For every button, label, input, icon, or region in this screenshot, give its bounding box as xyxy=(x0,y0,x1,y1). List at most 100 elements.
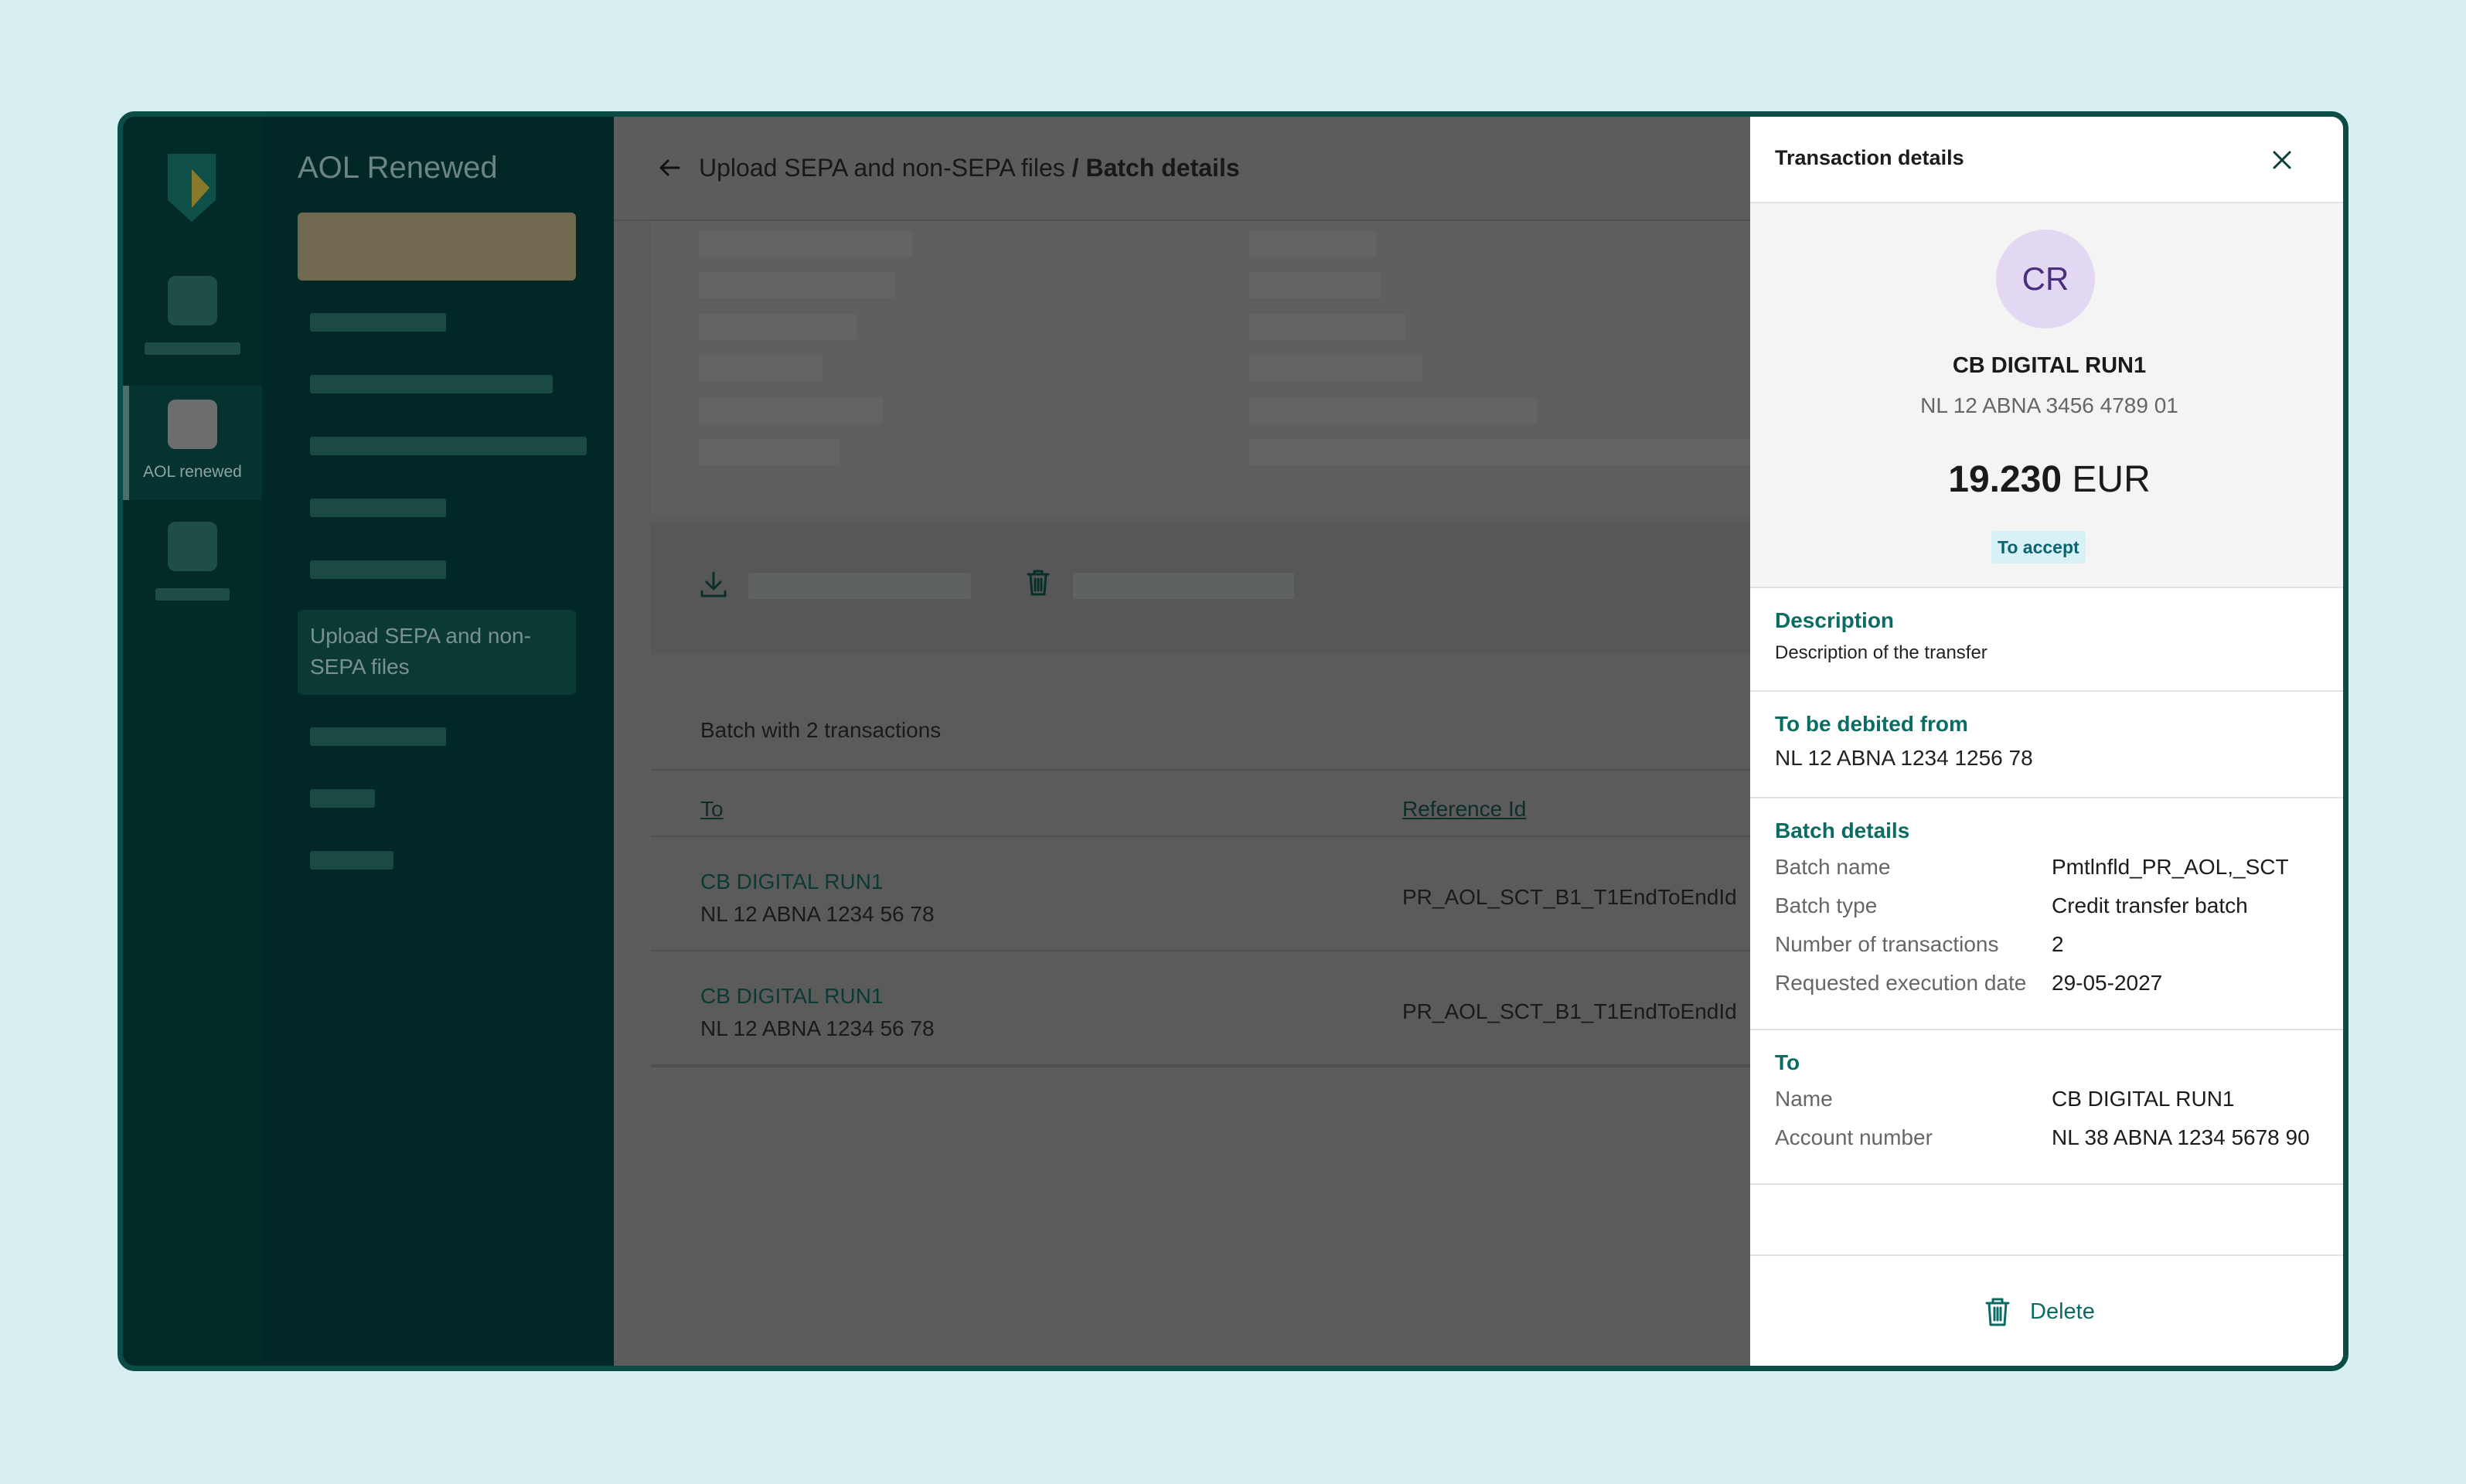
row-reference: PR_AOL_SCT_B1_T1EndToEndId xyxy=(1402,885,1737,909)
main-content: Upload SEPA and non-SEPA files / Batch d… xyxy=(614,117,1750,1366)
bank-logo-icon[interactable] xyxy=(168,154,216,222)
detail-label: Requested execution date xyxy=(1775,971,2027,995)
trash-icon[interactable] xyxy=(1022,567,1054,599)
nav-item[interactable] xyxy=(310,560,446,579)
detail-row: Batch type Credit transfer batch xyxy=(1775,891,2324,921)
section-title: To xyxy=(1775,1050,1800,1074)
navigation-panel: AOL Renewed Upload SEPA and non-SEPA fil… xyxy=(262,117,614,1366)
skeleton-line xyxy=(1249,397,1537,424)
amount-currency: EUR xyxy=(2072,459,2151,500)
close-icon[interactable] xyxy=(2268,146,2296,174)
counterparty-account: NL 12 ABNA 3456 4789 01 xyxy=(1920,393,2178,417)
skeleton-line xyxy=(699,439,840,465)
breadcrumb-current: / Batch details xyxy=(1071,154,1240,182)
detail-label: Name xyxy=(1775,1087,1833,1111)
section-title: Description xyxy=(1775,608,1895,632)
skeleton-line xyxy=(699,272,895,298)
debited-account: NL 12 ABNA 1234 1256 78 xyxy=(1775,746,2033,770)
nav-item-upload-sepa[interactable]: Upload SEPA and non-SEPA files xyxy=(298,610,576,695)
detail-value: Pmtlnfld_PR_AOL,_SCT xyxy=(2052,855,2289,879)
transaction-summary: CR CB DIGITAL RUN1 NL 12 ABNA 3456 4789 … xyxy=(1750,203,2343,588)
rail-item-3-icon[interactable] xyxy=(168,522,217,571)
delete-label: Delete xyxy=(2030,1298,2095,1324)
detail-row: Requested execution date 29-05-2027 xyxy=(1775,968,2324,998)
detail-value: 2 xyxy=(2052,932,2064,956)
nav-item[interactable] xyxy=(310,313,446,332)
skeleton-line xyxy=(699,230,912,257)
row-account: NL 12 ABNA 1234 56 78 xyxy=(700,902,935,926)
row-reference: PR_AOL_SCT_B1_T1EndToEndId xyxy=(1402,999,1737,1023)
delete-button[interactable]: Delete xyxy=(1982,1295,2095,1329)
rail-item-3-label xyxy=(155,588,230,601)
app-window: AOL renewed AOL Renewed Upload SEPA and … xyxy=(118,111,2348,1371)
section-title: To be debited from xyxy=(1775,712,1968,736)
arrow-left-icon[interactable] xyxy=(656,154,683,182)
detail-label: Number of transactions xyxy=(1775,932,1999,956)
nav-item[interactable] xyxy=(310,437,587,455)
detail-value: 29-05-2027 xyxy=(2052,971,2163,995)
detail-row: Number of transactions 2 xyxy=(1775,930,2324,959)
detail-label: Batch name xyxy=(1775,855,1891,879)
skeleton-line xyxy=(699,356,823,382)
nav-item[interactable] xyxy=(310,375,553,393)
divider xyxy=(651,950,1750,951)
detail-value: NL 38 ABNA 1234 5678 90 xyxy=(2052,1125,2310,1149)
rail-item-aol-icon xyxy=(168,400,217,449)
detail-row: Name CB DIGITAL RUN1 xyxy=(1775,1084,2324,1114)
rail-item-aol-renewed[interactable]: AOL renewed xyxy=(123,386,262,500)
detail-row: Account number NL 38 ABNA 1234 5678 90 xyxy=(1775,1123,2324,1152)
row-name[interactable]: CB DIGITAL RUN1 xyxy=(700,870,883,894)
detail-label: Account number xyxy=(1775,1125,1933,1149)
debited-from-section: To be debited from NL 12 ABNA 1234 1256 … xyxy=(1750,692,2343,798)
batch-info-card xyxy=(651,221,1750,515)
detail-label: Batch type xyxy=(1775,893,1878,917)
section-title: Batch details xyxy=(1775,819,1910,842)
app-title: AOL Renewed xyxy=(298,151,498,185)
nav-primary-button[interactable] xyxy=(298,213,576,281)
breadcrumb: Upload SEPA and non-SEPA files / Batch d… xyxy=(699,154,1240,182)
nav-item[interactable] xyxy=(310,727,446,746)
drawer-header: Transaction details xyxy=(1750,117,2343,203)
batch-actions xyxy=(651,523,1750,655)
detail-row: Batch name Pmtlnfld_PR_AOL,_SCT xyxy=(1775,853,2324,882)
skeleton-line xyxy=(1249,230,1376,257)
rail-item-1-label xyxy=(145,342,240,355)
download-icon[interactable] xyxy=(697,568,730,601)
transaction-amount: 19.230 EUR xyxy=(1750,458,2343,501)
table-title: Batch with 2 transactions xyxy=(700,718,942,742)
detail-value: CB DIGITAL RUN1 xyxy=(2052,1087,2235,1111)
drawer-title: Transaction details xyxy=(1775,146,1964,169)
column-header-reference[interactable]: Reference Id xyxy=(1402,797,1526,822)
counterparty-name: CB DIGITAL RUN1 xyxy=(1952,353,2147,378)
skeleton-line xyxy=(699,397,883,424)
status-badge: To accept xyxy=(1991,531,2086,563)
skeleton-line xyxy=(1249,272,1381,298)
page-header: Upload SEPA and non-SEPA files / Batch d… xyxy=(614,117,1750,221)
divider xyxy=(651,769,1750,771)
delete-batch-label[interactable] xyxy=(1073,573,1294,599)
row-name[interactable]: CB DIGITAL RUN1 xyxy=(700,984,883,1009)
to-section: To Name CB DIGITAL RUN1 Account number N… xyxy=(1750,1030,2343,1185)
drawer-scroll-area[interactable]: Description Description of the transfer … xyxy=(1750,588,2343,1254)
transactions-table: Batch with 2 transactions To Reference I… xyxy=(651,689,1750,1067)
breadcrumb-parent[interactable]: Upload SEPA and non-SEPA files xyxy=(699,154,1065,182)
description-text: Description of the transfer xyxy=(1775,642,1987,663)
avatar: CR xyxy=(1996,230,2095,328)
detail-value: Credit transfer batch xyxy=(2052,893,2248,917)
download-label[interactable] xyxy=(748,573,971,599)
trash-icon xyxy=(1985,1298,2010,1326)
nav-item[interactable] xyxy=(310,789,375,808)
amount-value: 19.230 xyxy=(1948,459,2062,500)
column-header-to[interactable]: To xyxy=(700,797,724,822)
description-section: Description Description of the transfer xyxy=(1750,588,2343,692)
transaction-details-drawer: Transaction details CR CB DIGITAL RUN1 N… xyxy=(1750,117,2343,1366)
skeleton-line xyxy=(1249,356,1422,382)
skeleton-line xyxy=(1249,314,1405,340)
batch-details-section: Batch details Batch name Pmtlnfld_PR_AOL… xyxy=(1750,798,2343,1030)
divider xyxy=(651,836,1750,837)
nav-item[interactable] xyxy=(310,499,446,517)
row-account: NL 12 ABNA 1234 56 78 xyxy=(700,1016,935,1040)
nav-item[interactable] xyxy=(310,851,393,870)
rail-item-1-icon[interactable] xyxy=(168,276,217,325)
rail-item-aol-label: AOL renewed xyxy=(143,463,242,481)
